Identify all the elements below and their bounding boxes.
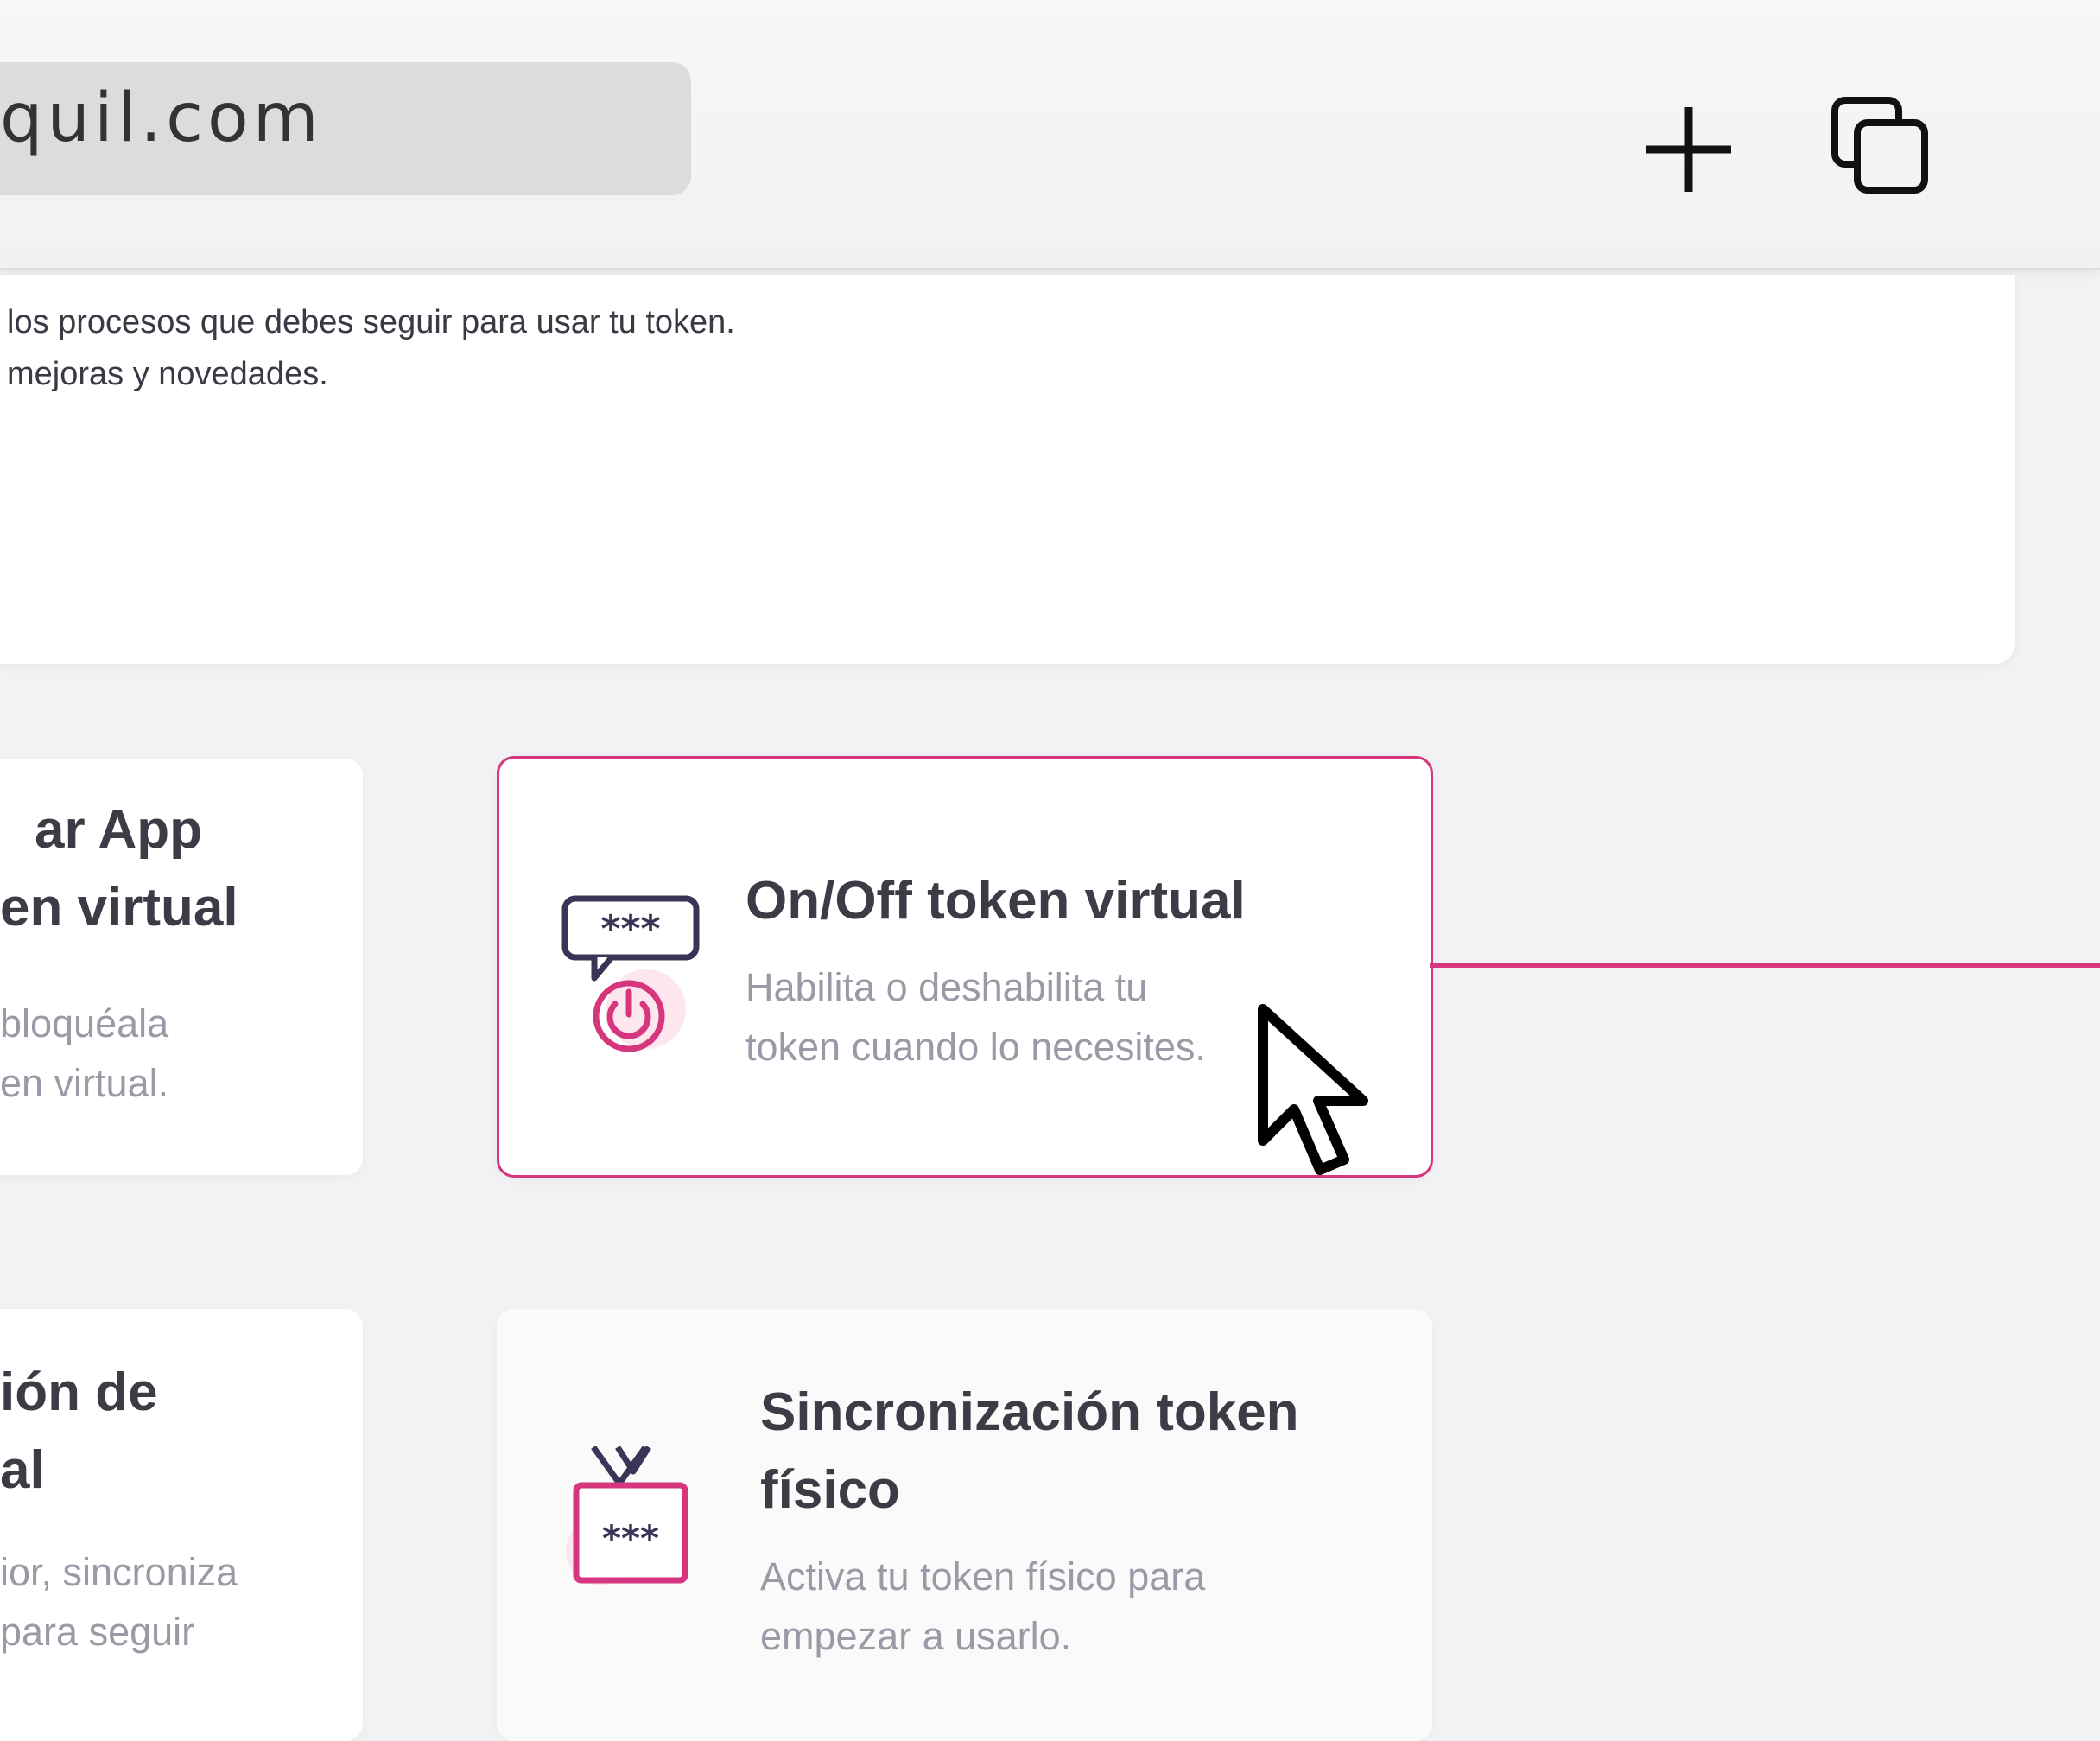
browser-toolbar: quil.com bbox=[0, 0, 2100, 270]
connector-line bbox=[1430, 963, 2100, 968]
card-sync-virtual[interactable]: ión de al ior, sincroniza para seguir bbox=[0, 1309, 363, 1741]
info-card: los procesos que debes seguir para usar … bbox=[0, 275, 2015, 664]
card-description: en virtual. bbox=[0, 1061, 169, 1105]
new-tab-button[interactable] bbox=[1641, 102, 1736, 197]
physical-token-icon: *** bbox=[557, 1439, 713, 1603]
tab-overview-button[interactable] bbox=[1830, 95, 1933, 199]
card-title: On/Off token virtual bbox=[745, 871, 1246, 931]
card-title: al bbox=[0, 1440, 45, 1500]
card-description: token cuando lo necesites. bbox=[745, 1025, 1206, 1069]
card-sync-physical-token[interactable]: *** Sincronización token físico Activa t… bbox=[497, 1309, 1432, 1741]
card-title: físico bbox=[760, 1460, 900, 1520]
card-description: Activa tu token físico para bbox=[760, 1554, 1206, 1598]
card-title: en virtual bbox=[0, 878, 238, 937]
card-title: ión de bbox=[0, 1363, 158, 1422]
card-description: para seguir bbox=[0, 1610, 195, 1654]
url-text[interactable]: quil.com bbox=[0, 79, 323, 157]
icon-mask-text: *** bbox=[602, 1517, 659, 1560]
card-unlock-app[interactable]: ar App en virtual bloquéala en virtual. bbox=[0, 759, 363, 1175]
mouse-cursor-icon bbox=[1258, 1004, 1368, 1175]
card-title: Sincronización token bbox=[760, 1382, 1299, 1442]
token-power-icon: *** bbox=[560, 888, 707, 1061]
info-line-2: mejoras y novedades. bbox=[7, 356, 328, 392]
card-description: bloquéala bbox=[0, 1001, 169, 1045]
card-description: Habilita o deshabilita tu bbox=[745, 965, 1148, 1009]
info-line-1: los procesos que debes seguir para usar … bbox=[7, 304, 735, 340]
card-description: empezar a usarlo. bbox=[760, 1614, 1072, 1658]
tabs-icon bbox=[1831, 97, 1928, 194]
icon-mask-text: *** bbox=[600, 907, 660, 951]
card-title: ar App bbox=[35, 800, 203, 860]
plus-icon bbox=[1646, 107, 1731, 192]
card-description: ior, sincroniza bbox=[0, 1550, 238, 1594]
